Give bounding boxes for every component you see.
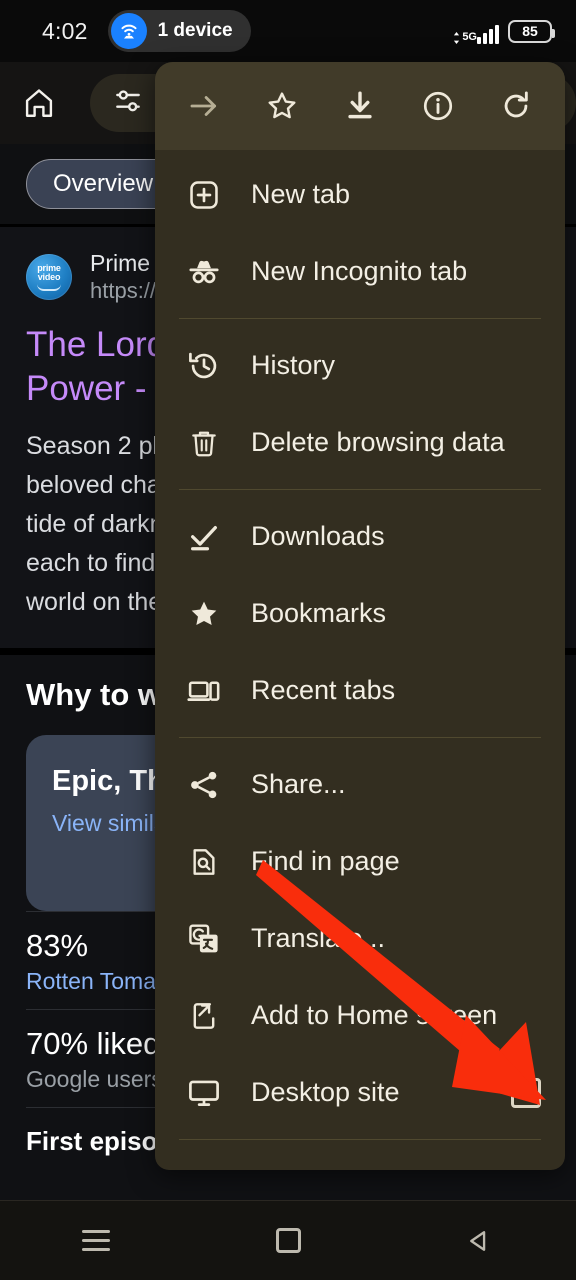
menu-item-label: New Incognito tab [251,256,468,286]
device-pill-label: 1 device [157,20,233,41]
menu-item-new-incognito-tab[interactable]: New Incognito tab [155,233,565,310]
menu-separator [179,1139,541,1140]
snippet-line: each to find h [26,549,177,577]
menu-item-label: Recent tabs [251,675,396,705]
menu-separator [179,737,541,738]
menu-item-settings[interactable]: Settings [155,1148,565,1170]
forward-arrow-icon[interactable] [176,78,232,134]
battery-icon: 85 [508,19,555,43]
menu-item-new-tab[interactable]: New tab [155,156,565,233]
info-circle-icon[interactable] [410,78,466,134]
menu-item-recent-tabs[interactable]: Recent tabs [155,652,565,729]
menu-item-label: Desktop site [251,1077,400,1107]
menu-item-label: Share... [251,769,346,799]
menu-item-label: Downloads [251,521,385,551]
find-in-page-icon [183,841,225,883]
status-clock: 4:02 [42,17,88,44]
menu-item-label: Bookmarks [251,598,387,628]
device-status-pill[interactable]: 1 device [107,10,251,52]
download-check-icon [183,516,225,558]
menu-item-label: History [251,350,336,380]
menu-separator [179,318,541,319]
snippet-line: world on the [26,588,163,616]
download-icon[interactable] [332,78,388,134]
snippet-line: Season 2 plu [26,432,172,460]
menu-separator [179,489,541,490]
menu-item-label: Add to Home screen [251,1000,498,1030]
battery-level-label: 85 [522,23,538,39]
signal-bars-icon: 5G [452,18,499,44]
home-icon[interactable] [12,76,66,130]
star-outline-icon[interactable] [254,78,310,134]
menu-items-list: New tab New Incognito tab History Delete… [155,150,565,1170]
menu-item-label: New tab [251,179,351,209]
history-clock-icon [183,345,225,387]
menu-quick-actions-row [155,62,565,150]
desktop-monitor-icon [183,1072,225,1114]
trash-icon [183,422,225,464]
menu-item-add-to-home-screen[interactable]: Add to Home screen [155,977,565,1054]
menu-item-translate[interactable]: Translate... [155,900,565,977]
android-navigation-bar [0,1200,576,1280]
back-triangle-icon[interactable] [440,1201,520,1280]
result-title-line-1: The Lord [26,325,167,364]
add-to-home-icon [183,995,225,1037]
snippet-line: tide of darkn [26,510,164,538]
translate-icon [183,918,225,960]
share-icon [183,764,225,806]
menu-item-label: Delete browsing data [251,427,505,457]
incognito-icon [183,251,225,293]
star-filled-icon [183,593,225,635]
wifi-device-icon [110,13,147,49]
status-indicators: 5G 85 [452,0,555,62]
menu-item-find-in-page[interactable]: Find in page [155,823,565,900]
result-site-name: Prime [90,250,151,276]
home-square-icon[interactable] [248,1201,328,1280]
phone-screen: 4:02 1 device 5G 85 Overview prime video… [0,0,576,1280]
menu-item-label: Find in page [251,846,400,876]
status-bar: 4:02 1 device 5G 85 [0,0,576,62]
recents-icon[interactable] [56,1201,136,1280]
network-type-label: 5G [462,31,477,43]
gear-icon [183,1166,225,1171]
menu-item-label: Translate... [251,923,386,953]
menu-item-desktop-site[interactable]: Desktop site [155,1054,565,1131]
menu-item-bookmarks[interactable]: Bookmarks [155,575,565,652]
desktop-site-checkbox[interactable] [511,1077,541,1108]
snippet-line: beloved char [26,471,170,499]
prime-video-favicon: prime video [26,254,72,300]
menu-item-delete-browsing-data[interactable]: Delete browsing data [155,404,565,481]
menu-item-share[interactable]: Share... [155,746,565,823]
page-info-tune-icon[interactable] [112,85,144,122]
result-site-url: https:// [90,278,157,303]
browser-overflow-menu: New tab New Incognito tab History Delete… [155,62,565,1170]
plus-box-icon [183,174,225,216]
favicon-brand-bottom: video [37,271,61,282]
menu-item-history[interactable]: History [155,327,565,404]
reload-icon[interactable] [488,78,544,134]
recent-tabs-icon [183,670,225,712]
menu-item-downloads[interactable]: Downloads [155,498,565,575]
